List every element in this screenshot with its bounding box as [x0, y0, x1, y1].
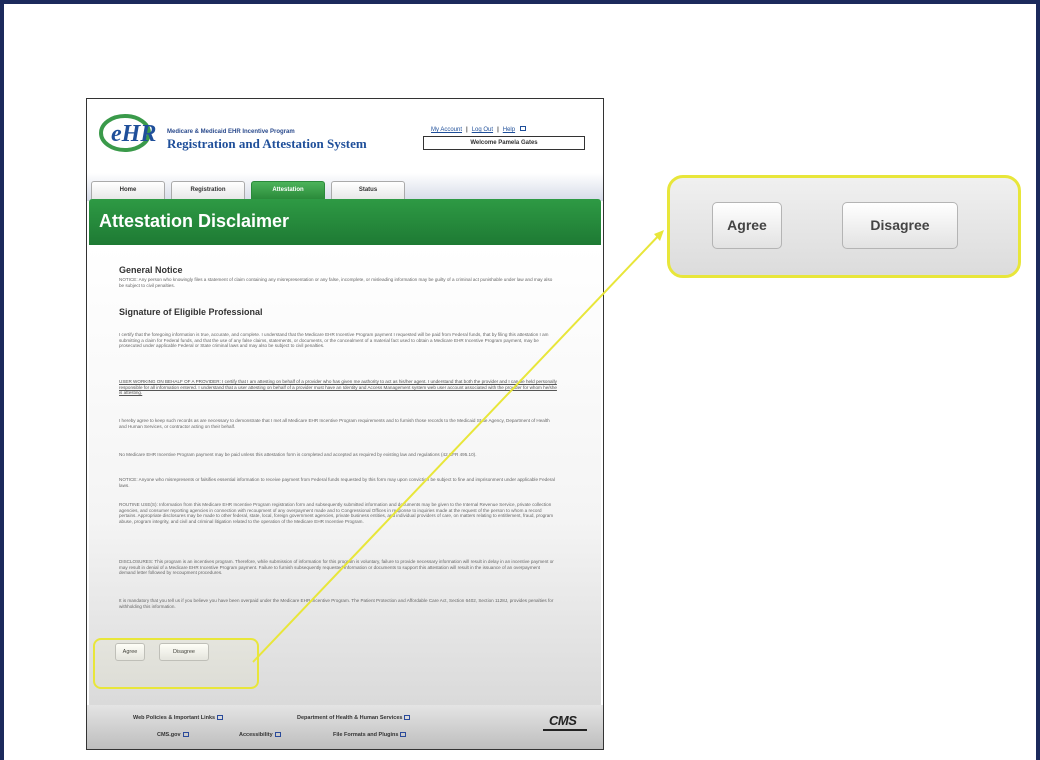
agree-button[interactable]: Agree: [712, 202, 782, 249]
paragraph: No Medicare EHR Incentive Program paymen…: [119, 452, 477, 457]
program-name: Medicare & Medicaid EHR Incentive Progra…: [167, 129, 295, 135]
log-out-link[interactable]: Log Out: [472, 127, 493, 133]
system-title: Registration and Attestation System: [167, 136, 367, 151]
general-notice-text: NOTICE: Any person who knowingly files a…: [119, 277, 553, 288]
disagree-button[interactable]: Disagree: [842, 202, 958, 249]
paragraph: USER WORKING ON BEHALF OF A PROVIDER: I …: [119, 379, 557, 396]
paragraph: DISCLOSURES: This program is an incentiv…: [119, 559, 554, 576]
tab-attestation[interactable]: Attestation: [251, 181, 325, 199]
external-link-icon: [404, 715, 411, 721]
agree-button-small[interactable]: Agree: [115, 643, 145, 661]
paragraph: I certify that the foregoing information…: [119, 332, 549, 349]
cms-logo: CMS: [549, 713, 577, 728]
screenshot-panel: eHR Medicare & Medicaid EHR Incentive Pr…: [86, 98, 604, 750]
svg-text:eHR: eHR: [111, 121, 156, 147]
tab-registration[interactable]: Registration: [171, 181, 245, 199]
tab-status[interactable]: Status: [331, 181, 405, 199]
cms-logo-underline: [543, 729, 587, 731]
welcome-box: Welcome Pamela Gates: [423, 136, 585, 150]
paragraph: NOTICE: Anyone who misrepresents or fals…: [119, 477, 555, 488]
site-header: eHR Medicare & Medicaid EHR Incentive Pr…: [87, 99, 603, 173]
account-links: My Account | Log Out | Help: [431, 126, 527, 133]
signature-heading: Signature of Eligible Professional: [119, 307, 263, 317]
footer-link-accessibility[interactable]: Accessibility: [239, 732, 281, 738]
external-link-icon: [400, 732, 407, 738]
disagree-button-small[interactable]: Disagree: [159, 643, 209, 661]
general-notice-heading: General Notice: [119, 265, 183, 275]
footer-link-file-formats[interactable]: File Formats and Plugins: [333, 732, 407, 738]
paragraph: It is mandatory that you tell us if you …: [119, 598, 554, 609]
paragraph: I hereby agree to keep such records as a…: [119, 418, 550, 429]
footer-link-hhs[interactable]: Department of Health & Human Services: [297, 715, 411, 721]
page-title: Attestation Disclaimer: [99, 211, 290, 231]
my-account-link[interactable]: My Account: [431, 127, 462, 133]
external-link-icon: [520, 126, 527, 131]
site-footer: Web Policies & Important Links Departmen…: [87, 705, 603, 749]
external-link-icon: [217, 715, 224, 721]
help-link[interactable]: Help: [503, 127, 515, 133]
tab-home[interactable]: Home: [91, 181, 165, 199]
footer-link-web-policies[interactable]: Web Policies & Important Links: [133, 715, 224, 721]
page-title-bar: Attestation Disclaimer: [89, 199, 601, 245]
ehr-logo-icon: eHR: [99, 114, 156, 152]
external-link-icon: [274, 732, 281, 738]
external-link-icon: [182, 732, 189, 738]
zoomed-buttons-callout: Agree Disagree: [667, 175, 1021, 278]
paragraph: ROUTINE USE(S): Information from this Me…: [119, 502, 554, 524]
disclaimer-content: General Notice NOTICE: Any person who kn…: [89, 245, 601, 705]
footer-link-cms-gov[interactable]: CMS.gov: [157, 732, 189, 738]
